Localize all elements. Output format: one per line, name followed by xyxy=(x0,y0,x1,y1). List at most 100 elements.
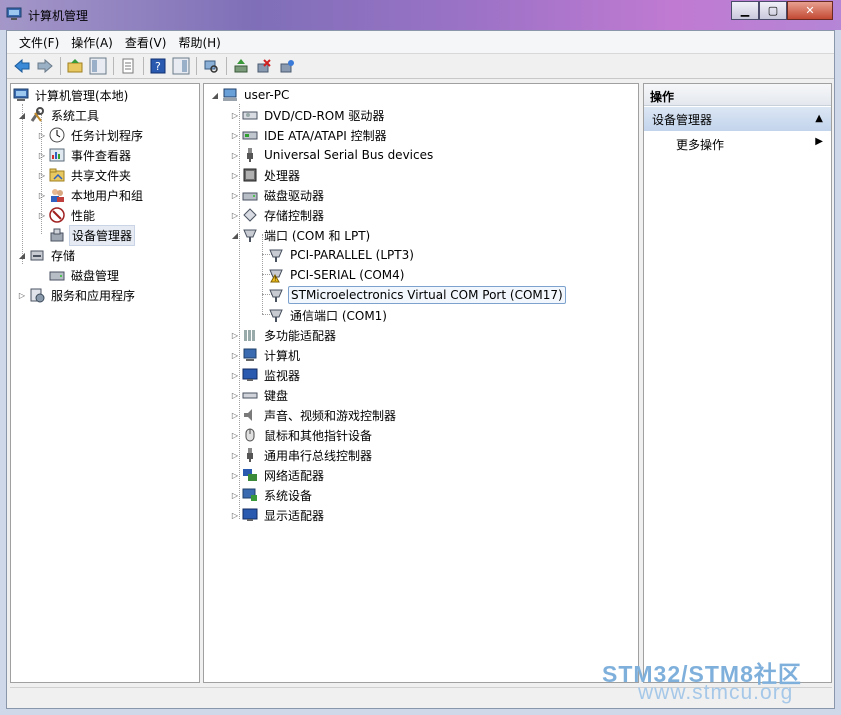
expand-arrow-icon[interactable]: ▷ xyxy=(37,150,47,160)
display-adapter-icon xyxy=(242,507,258,523)
expand-arrow-icon[interactable]: ▷ xyxy=(230,370,240,380)
help-icon[interactable]: ? xyxy=(147,55,169,77)
device-category-usb-devices[interactable]: ▷ Universal Serial Bus devices xyxy=(230,145,435,165)
device-category-mice[interactable]: ▷ 鼠标和其他指针设备 xyxy=(230,425,374,445)
expand-arrow-icon[interactable]: ▷ xyxy=(230,210,240,220)
device-category-storage-controllers[interactable]: ▷ 存储控制器 xyxy=(230,205,326,225)
device-category-system-devices[interactable]: ▷ 系统设备 xyxy=(230,485,314,505)
tree-item-event-viewer[interactable]: ▷ 事件查看器 xyxy=(37,145,133,165)
tree-label: 处理器 xyxy=(264,168,301,183)
port-connector-icon xyxy=(268,247,284,263)
collapse-arrow-icon[interactable]: ◢ xyxy=(17,110,27,120)
expand-arrow-icon[interactable]: ▷ xyxy=(37,130,47,140)
actions-section-device-manager[interactable]: 设备管理器 ▲ xyxy=(644,107,831,131)
tree-root[interactable]: 计算机管理(本地) xyxy=(13,85,130,105)
expand-arrow-icon[interactable]: ▷ xyxy=(230,150,240,160)
expand-arrow-icon[interactable]: ▷ xyxy=(230,130,240,140)
tree-item-storage[interactable]: ◢ 存储 xyxy=(17,245,77,265)
expand-arrow-icon[interactable]: ▷ xyxy=(230,170,240,180)
device-category-dvd[interactable]: ▷ DVD/CD-ROM 驱动器 xyxy=(230,105,386,125)
expand-arrow-icon[interactable]: ▷ xyxy=(230,110,240,120)
device-category-sound[interactable]: ▷ 声音、视频和游戏控制器 xyxy=(230,405,398,425)
expand-arrow-icon[interactable]: ▷ xyxy=(230,330,240,340)
tree-label: 事件查看器 xyxy=(71,148,132,163)
port-item-com17[interactable]: STMicroelectronics Virtual COM Port (COM… xyxy=(268,285,566,305)
expand-arrow-icon[interactable]: ▷ xyxy=(230,410,240,420)
tree-label: 任务计划程序 xyxy=(71,128,144,143)
tree-item-services[interactable]: ▷ 服务和应用程序 xyxy=(17,285,137,305)
device-category-processors[interactable]: ▷ 处理器 xyxy=(230,165,302,185)
properties-page-icon[interactable] xyxy=(117,55,139,77)
system-device-icon xyxy=(242,487,258,503)
expand-arrow-icon[interactable]: ▷ xyxy=(230,450,240,460)
tree-item-performance[interactable]: ▷ 性能 xyxy=(37,205,97,225)
collapse-up-icon[interactable]: ▲ xyxy=(815,113,823,124)
tree-item-task-scheduler[interactable]: ▷ 任务计划程序 xyxy=(37,125,145,145)
shared-folder-icon xyxy=(49,167,65,183)
disable-device-icon[interactable] xyxy=(253,55,275,77)
port-item-lpt3[interactable]: PCI-PARALLEL (LPT3) xyxy=(268,245,416,265)
show-hide-tree-icon[interactable] xyxy=(87,55,109,77)
menu-view[interactable]: 查看(V) xyxy=(119,34,173,51)
back-arrow-icon[interactable] xyxy=(11,55,33,77)
submenu-arrow-icon[interactable]: ▶ xyxy=(815,136,823,147)
menu-action[interactable]: 操作(A) xyxy=(65,34,119,51)
tree-item-disk-management[interactable]: 磁盘管理 xyxy=(49,265,121,285)
port-connector-icon xyxy=(242,227,258,243)
device-category-disk-drives[interactable]: ▷ 磁盘驱动器 xyxy=(230,185,326,205)
tree-item-shared-folders[interactable]: ▷ 共享文件夹 xyxy=(37,165,133,185)
device-category-monitors[interactable]: ▷ 监视器 xyxy=(230,365,302,385)
update-driver-icon[interactable] xyxy=(230,55,252,77)
minimize-button[interactable]: ▁ xyxy=(731,1,759,20)
tree-label: 显示适配器 xyxy=(264,508,325,523)
up-folder-icon[interactable] xyxy=(64,55,86,77)
tree-label: 磁盘驱动器 xyxy=(264,188,325,203)
maximize-button[interactable]: ▢ xyxy=(759,1,787,20)
device-category-computer[interactable]: ▷ 计算机 xyxy=(230,345,302,365)
more-actions-item[interactable]: 更多操作 xyxy=(676,136,724,153)
window-title: 计算机管理 xyxy=(28,9,89,23)
expand-arrow-icon[interactable]: ▷ xyxy=(37,170,47,180)
disk-drive-icon xyxy=(242,187,258,203)
menu-file[interactable]: 文件(F) xyxy=(13,34,65,51)
expand-arrow-icon[interactable]: ▷ xyxy=(37,210,47,220)
console-tree-pane[interactable]: 计算机管理(本地) ◢ 系统工具 ▷ 任务计划程序 ▷ 事件查看器 ▷ 共享文件… xyxy=(10,83,200,683)
device-category-display-adapters[interactable]: ▷ 显示适配器 xyxy=(230,505,326,525)
uninstall-device-icon[interactable] xyxy=(276,55,298,77)
services-icon xyxy=(29,287,45,303)
expand-arrow-icon[interactable]: ▷ xyxy=(230,430,240,440)
expand-arrow-icon[interactable]: ▷ xyxy=(230,510,240,520)
close-button[interactable]: ✕ xyxy=(787,1,833,20)
device-category-ports[interactable]: ◢ 端口 (COM 和 LPT) xyxy=(230,225,372,245)
device-category-multifunction[interactable]: ▷ 多功能适配器 xyxy=(230,325,338,345)
tree-label: 鼠标和其他指针设备 xyxy=(264,428,373,443)
expand-arrow-icon[interactable]: ▷ xyxy=(230,190,240,200)
tree-item-device-manager[interactable]: 设备管理器 xyxy=(49,224,136,246)
scan-hardware-icon[interactable] xyxy=(200,55,222,77)
forward-arrow-icon[interactable] xyxy=(34,55,56,77)
tree-item-local-users[interactable]: ▷ 本地用户和组 xyxy=(37,185,145,205)
collapse-arrow-icon[interactable]: ◢ xyxy=(210,90,220,100)
tree-label: 监视器 xyxy=(264,368,301,383)
tree-label: STMicroelectronics Virtual COM Port (COM… xyxy=(288,286,566,304)
expand-arrow-icon[interactable]: ▷ xyxy=(230,470,240,480)
device-category-keyboards[interactable]: ▷ 键盘 xyxy=(230,385,290,405)
collapse-arrow-icon[interactable]: ◢ xyxy=(230,230,240,240)
device-category-usb-controllers[interactable]: ▷ 通用串行总线控制器 xyxy=(230,445,374,465)
action-pane-toggle-icon[interactable] xyxy=(170,55,192,77)
tree-label: 性能 xyxy=(71,208,96,223)
expand-arrow-icon[interactable]: ▷ xyxy=(230,350,240,360)
tree-item-system-tools[interactable]: ◢ 系统工具 xyxy=(17,105,101,125)
expand-arrow-icon[interactable]: ▷ xyxy=(230,390,240,400)
collapse-arrow-icon[interactable]: ◢ xyxy=(17,250,27,260)
device-tree-pane[interactable]: ◢ user-PC ▷ DVD/CD-ROM 驱动器 ▷ IDE ATA/ATA… xyxy=(203,83,639,683)
expand-arrow-icon[interactable]: ▷ xyxy=(17,290,27,300)
port-item-com1[interactable]: 通信端口 (COM1) xyxy=(268,305,389,325)
device-root[interactable]: ◢ user-PC xyxy=(210,85,291,105)
expand-arrow-icon[interactable]: ▷ xyxy=(230,490,240,500)
port-item-com4[interactable]: ! PCI-SERIAL (COM4) xyxy=(268,265,406,285)
menu-help[interactable]: 帮助(H) xyxy=(172,34,226,51)
device-category-ide[interactable]: ▷ IDE ATA/ATAPI 控制器 xyxy=(230,125,389,145)
expand-arrow-icon[interactable]: ▷ xyxy=(37,190,47,200)
device-category-network[interactable]: ▷ 网络适配器 xyxy=(230,465,326,485)
